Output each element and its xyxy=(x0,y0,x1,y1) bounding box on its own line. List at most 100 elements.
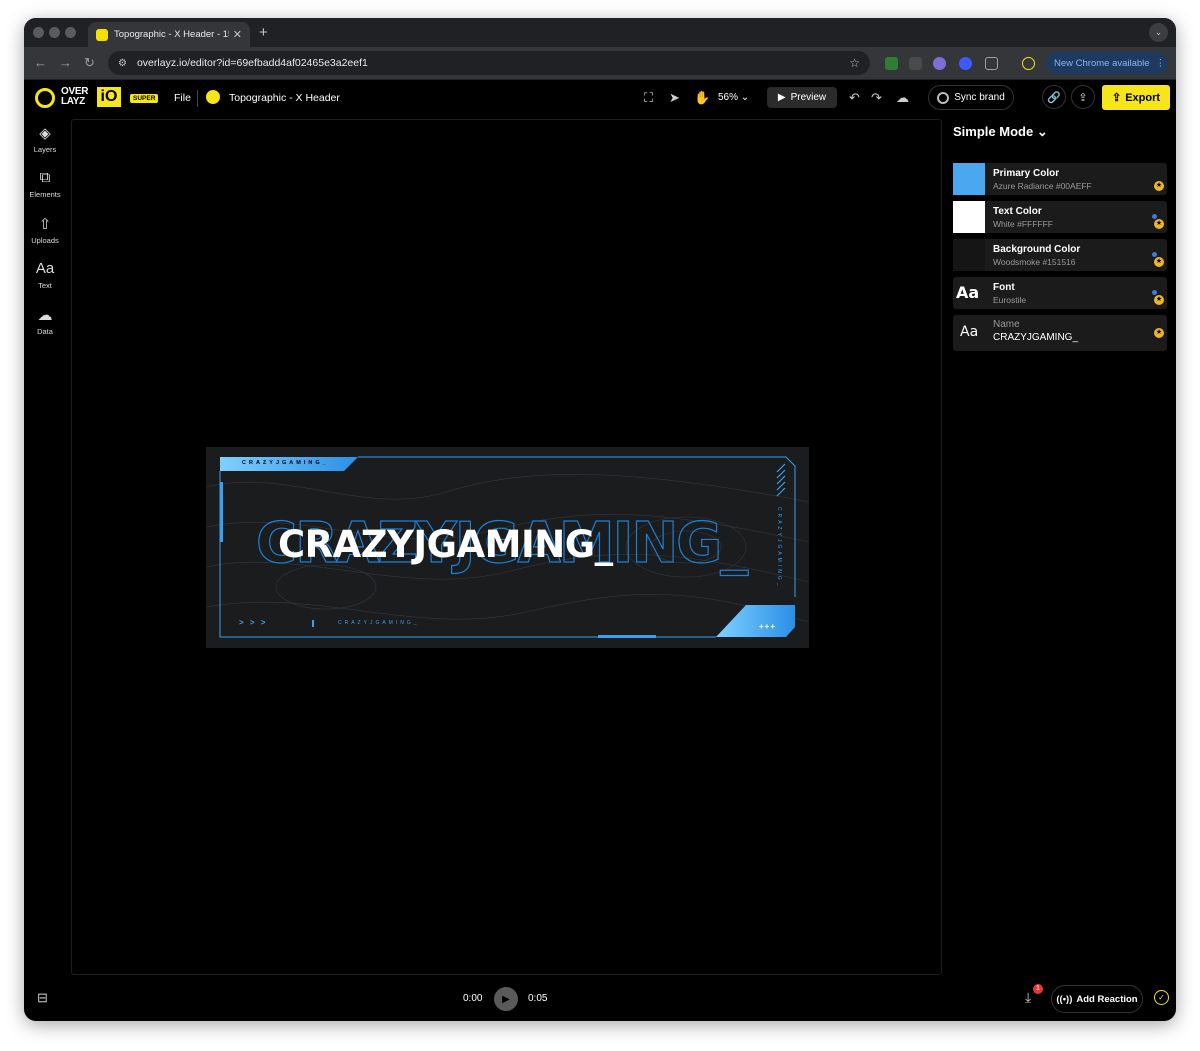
forward-arrow-icon[interactable]: → xyxy=(59,55,72,70)
browser-window: Topographic - X Header - 150 ✕ + ⌄ ← → ↻… xyxy=(24,18,1176,1021)
tab-title: Topographic - X Header - 150 xyxy=(114,29,229,40)
cloud-upload-icon: ⇧ xyxy=(38,216,52,233)
sidebar-item-label: Uploads xyxy=(31,236,59,245)
font-control[interactable]: Aa Font Eurostile ★ xyxy=(953,277,1167,309)
redo-icon[interactable]: ↷ xyxy=(871,90,882,106)
banner-tag-top: CRAZYJGAMING_ xyxy=(242,460,329,466)
play-icon: ▶ xyxy=(777,92,786,103)
play-button[interactable]: ▶ xyxy=(494,987,518,1011)
name-field-label: Name xyxy=(993,319,1020,330)
divider xyxy=(197,90,198,107)
text-color-control[interactable]: Text Color White #FFFFFF ★ xyxy=(953,201,1167,233)
banner-plus-marks: +++ xyxy=(759,622,777,631)
premium-star-icon: ★ xyxy=(1154,219,1164,229)
pointer-icon[interactable]: ➤ xyxy=(669,90,680,106)
primary-color-control[interactable]: Primary Color Azure Radiance #00AEFF ★ xyxy=(953,163,1167,195)
extension-icon[interactable] xyxy=(885,57,898,70)
sidebar-item-label: Data xyxy=(37,327,53,336)
tab-search-chevron-icon[interactable]: ⌄ xyxy=(1149,23,1168,42)
file-menu[interactable]: File xyxy=(174,92,191,104)
total-time: 0:05 xyxy=(528,993,548,1004)
maximize-window-button[interactable] xyxy=(65,27,76,38)
cloud-saved-icon[interactable]: ☁ xyxy=(896,90,909,106)
name-control[interactable]: Aa Name CRAZYJGAMING_ ★ xyxy=(953,315,1167,351)
sidebar-item-label: Elements xyxy=(29,190,61,199)
extension-icon[interactable] xyxy=(933,57,946,70)
hand-icon[interactable]: ✋ xyxy=(694,90,710,106)
background-color-control[interactable]: Background Color Woodsmoke #151516 ★ xyxy=(953,239,1167,271)
premium-star-icon: ★ xyxy=(1154,328,1164,338)
back-arrow-icon[interactable]: ← xyxy=(34,55,47,70)
name-input[interactable]: CRAZYJGAMING_ xyxy=(993,332,1078,343)
toolbox-icon[interactable]: ⊟ xyxy=(37,990,48,1006)
reload-icon[interactable]: ↻ xyxy=(84,55,95,71)
share-upload-icon[interactable]: ⇪ xyxy=(1071,85,1095,109)
x-header-banner[interactable]: CRAZYJGAMING_ CRAZYJGAMING_ CRAZYJGAMING… xyxy=(206,447,809,648)
export-icon: ⇪ xyxy=(1111,92,1122,104)
sidebar-item-label: Layers xyxy=(33,145,57,154)
minimize-window-button[interactable] xyxy=(49,27,60,38)
export-label: Export xyxy=(1125,91,1161,104)
download-icon[interactable]: ⤓ xyxy=(1025,989,1031,1006)
sidebar-item-data[interactable]: ☁ Data xyxy=(24,306,66,336)
current-time: 0:00 xyxy=(463,993,483,1004)
check-circle-icon[interactable]: ✓ xyxy=(1154,990,1169,1005)
close-window-button[interactable] xyxy=(33,27,44,38)
sidebar-item-uploads[interactable]: ⇧ Uploads xyxy=(24,215,66,245)
profile-avatar-icon[interactable] xyxy=(1022,57,1035,70)
prop-title: Text Color xyxy=(993,206,1042,217)
sync-brand-button[interactable]: Sync brand xyxy=(928,85,1014,110)
export-button[interactable]: ⇪ Export xyxy=(1102,85,1170,110)
browser-tab[interactable]: Topographic - X Header - 150 ✕ xyxy=(88,22,250,47)
prop-value: White #FFFFFF xyxy=(993,219,1053,229)
sidebar-item-elements[interactable]: ⧉ Elements xyxy=(24,169,66,199)
url-input[interactable]: ⚙ overlayz.io/editor?id=69efbadd4af02465… xyxy=(108,51,870,75)
text-icon: Aa xyxy=(35,260,55,277)
background-color-swatch[interactable] xyxy=(953,239,985,271)
linked-dot-icon xyxy=(1152,290,1157,295)
overlayz-favicon-icon xyxy=(96,28,108,41)
add-reaction-button[interactable]: ((•)) Add Reaction xyxy=(1051,985,1143,1013)
sidebar-item-label: Text xyxy=(38,281,52,290)
prop-title: Primary Color xyxy=(993,168,1060,179)
fit-screen-icon[interactable]: ⛶ xyxy=(644,90,653,106)
logo-wordmark: OVER LAYZ xyxy=(61,86,89,107)
sidebar-item-layers[interactable]: ◈ Layers xyxy=(24,124,66,154)
sidebar-item-text[interactable]: Aa Text xyxy=(24,260,66,290)
banner-tag-bottom: CRAZYJGAMING_ xyxy=(338,620,420,626)
text-field-icon: Aa xyxy=(960,324,979,340)
tab-close-icon[interactable]: ✕ xyxy=(233,28,242,41)
more-vert-icon[interactable]: ⋮ xyxy=(1156,58,1166,69)
bookmark-star-icon[interactable]: ☆ xyxy=(849,56,860,70)
share-link-icon[interactable]: 🔗 xyxy=(1042,85,1066,109)
prop-value: Woodsmoke #151516 xyxy=(993,257,1076,267)
simple-mode-dropdown[interactable]: Simple Mode ⌄ xyxy=(953,124,1048,140)
editor-header: OVER LAYZ iO SUPER File Topographic - X … xyxy=(24,80,1176,117)
document-title[interactable]: Topographic - X Header xyxy=(229,92,340,104)
chevron-down-icon: ⌄ xyxy=(1036,124,1048,139)
premium-star-icon: ★ xyxy=(1154,295,1164,305)
preview-button[interactable]: ▶ Preview xyxy=(767,87,837,108)
banner-tag-vertical: CRAZYJGAMING_ xyxy=(776,507,782,589)
brand-avatar[interactable] xyxy=(204,88,222,106)
linked-dot-icon xyxy=(1152,214,1157,219)
url-text: overlayz.io/editor?id=69efbadd4af02465e3… xyxy=(136,57,368,69)
text-color-swatch[interactable] xyxy=(953,201,985,233)
undo-icon[interactable]: ↶ xyxy=(849,90,860,106)
tab-strip: Topographic - X Header - 150 ✕ + ⌄ xyxy=(24,18,1176,47)
new-chrome-available-button[interactable]: New Chrome available ⋮ xyxy=(1046,52,1168,74)
banner-name: CRAZYJGAMING_ xyxy=(278,523,613,566)
overlayz-logo-icon[interactable] xyxy=(35,88,55,108)
font-preview-icon: Aa xyxy=(956,283,980,302)
add-reaction-label: Add Reaction xyxy=(1076,993,1138,1005)
extension-icon[interactable] xyxy=(959,57,972,70)
zoom-select[interactable]: 56% ⌄ xyxy=(718,92,749,103)
new-tab-button[interactable]: + xyxy=(259,24,268,41)
primary-color-swatch[interactable] xyxy=(953,163,985,195)
linked-dot-icon xyxy=(1152,252,1157,257)
extensions-puzzle-icon[interactable] xyxy=(985,57,998,70)
extension-icon[interactable] xyxy=(909,57,922,70)
editor-canvas[interactable]: CRAZYJGAMING_ CRAZYJGAMING_ CRAZYJGAMING… xyxy=(71,119,942,975)
site-settings-icon[interactable]: ⚙ xyxy=(118,58,127,69)
logo-io-mark: iO xyxy=(97,87,121,107)
